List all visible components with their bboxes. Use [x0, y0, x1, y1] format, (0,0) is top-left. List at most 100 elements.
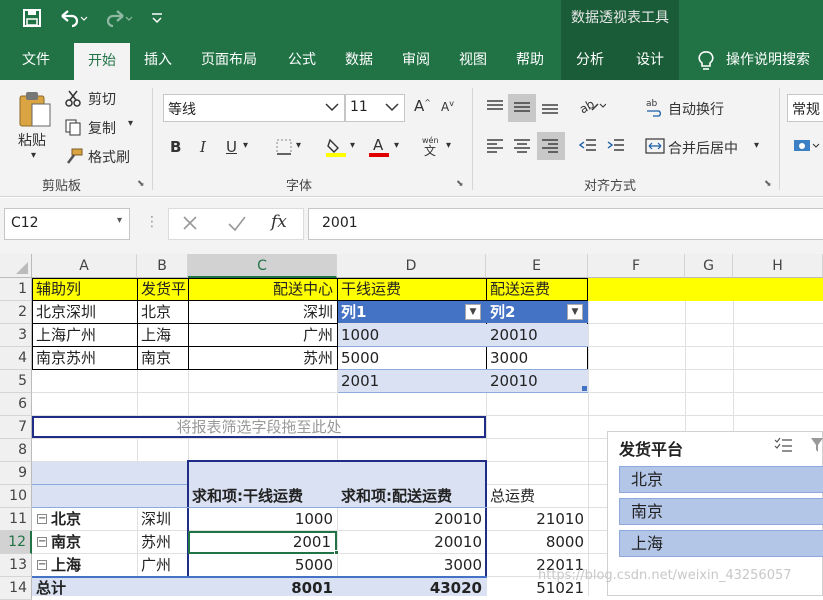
undo-icon[interactable] — [58, 8, 88, 35]
merge-center-button[interactable]: 合并后居中 — [668, 138, 738, 158]
collapse-icon[interactable]: − — [37, 560, 47, 570]
cell-e10[interactable]: 总运费 — [486, 485, 588, 508]
align-left-icon[interactable] — [485, 136, 505, 158]
cell-d4[interactable]: 5000 — [337, 347, 486, 370]
font-color-dropdown-icon[interactable]: ▾ — [394, 140, 399, 151]
increase-indent-icon[interactable] — [606, 136, 626, 158]
paste-dropdown-icon[interactable]: ▾ — [31, 150, 36, 161]
col-header-d[interactable]: D — [337, 254, 486, 278]
underline-button[interactable]: U — [226, 138, 237, 156]
pivot-total-c14[interactable]: 8001 — [188, 577, 337, 600]
cell-c4[interactable]: 苏州 — [188, 347, 337, 370]
align-middle-icon[interactable] — [512, 98, 532, 120]
pivot-grand-total-label[interactable]: 总计 — [32, 577, 137, 600]
col-header-g[interactable]: G — [685, 254, 733, 278]
row-header-13[interactable]: 13 — [0, 554, 32, 577]
clear-filter-icon[interactable] — [810, 436, 823, 458]
cell-d1[interactable]: 干线运费 — [337, 278, 486, 301]
row-header-10[interactable]: 10 — [0, 485, 32, 508]
redo-icon[interactable] — [103, 8, 133, 35]
tab-design[interactable]: 设计 — [625, 40, 675, 80]
row-header-1[interactable]: 1 — [0, 278, 32, 301]
insert-function-icon[interactable]: fx — [271, 212, 287, 232]
shrink-font-icon[interactable]: Av — [441, 99, 454, 114]
font-launcher-icon[interactable]: ⬊ — [456, 179, 464, 189]
row-header-12[interactable]: 12 — [0, 531, 32, 554]
font-size-combo[interactable]: 11 — [345, 94, 405, 122]
cell-e11[interactable]: 21010 — [486, 508, 588, 531]
col-header-c[interactable]: C — [188, 254, 337, 278]
row-header-9[interactable]: 9 — [0, 462, 32, 485]
cell-a3[interactable]: 上海广州 — [32, 324, 137, 347]
cell-e1[interactable]: 配送运费 — [486, 278, 588, 301]
row-header-11[interactable]: 11 — [0, 508, 32, 531]
merge-dropdown-icon[interactable]: ▾ — [754, 140, 759, 151]
formula-input[interactable]: 2001 — [308, 208, 823, 240]
row-header-7[interactable]: 7 — [0, 416, 32, 439]
wrap-text-icon[interactable]: ab — [645, 97, 665, 121]
phonetic-dropdown-icon[interactable]: ▾ — [446, 140, 451, 151]
cell-b1[interactable]: 发货平 — [137, 278, 188, 301]
bold-button[interactable]: B — [170, 138, 181, 156]
col-header-a[interactable]: A — [32, 254, 137, 278]
table-header-col1[interactable]: 列1 — [337, 301, 467, 324]
align-bottom-icon[interactable] — [540, 98, 560, 120]
tab-insert[interactable]: 插入 — [133, 40, 183, 80]
tab-analyze[interactable]: 分析 — [565, 40, 615, 80]
chevron-down-icon[interactable]: ▾ — [117, 215, 122, 226]
clipboard-launcher-icon[interactable]: ⬊ — [137, 179, 145, 189]
cell-b2[interactable]: 北京 — [137, 301, 188, 324]
col-header-e[interactable]: E — [486, 254, 588, 278]
row-header-4[interactable]: 4 — [0, 347, 32, 370]
col-header-h[interactable]: H — [733, 254, 823, 278]
borders-icon[interactable] — [275, 138, 293, 160]
merge-center-icon[interactable] — [645, 136, 665, 160]
collapse-icon[interactable]: − — [37, 514, 47, 524]
cell-e12[interactable]: 8000 — [486, 531, 588, 554]
cut-icon[interactable] — [64, 89, 82, 111]
wrap-text-button[interactable]: 自动换行 — [668, 99, 724, 119]
pivot-row-label-2[interactable]: 南京 — [49, 531, 137, 554]
table-header-col2[interactable]: 列2 — [486, 301, 566, 324]
row-header-6[interactable]: 6 — [0, 393, 32, 416]
row-header-3[interactable]: 3 — [0, 324, 32, 347]
copy-icon[interactable] — [64, 118, 82, 140]
cell-b3[interactable]: 上海 — [137, 324, 188, 347]
cell-c3[interactable]: 广州 — [188, 324, 337, 347]
cell-e4[interactable]: 3000 — [486, 347, 588, 370]
cell-c2[interactable]: 深圳 — [188, 301, 337, 324]
row-header-14[interactable]: 14 — [0, 577, 32, 600]
cell-a2[interactable]: 北京深圳 — [32, 301, 137, 324]
fill-color-icon[interactable] — [325, 136, 347, 162]
row-header-2[interactable]: 2 — [0, 301, 32, 324]
cell-b4[interactable]: 南京 — [137, 347, 188, 370]
slicer-item-beijing[interactable]: 北京 — [619, 466, 823, 493]
orientation-icon[interactable]: ab — [577, 96, 607, 120]
pivot-value-d11[interactable]: 20010 — [337, 508, 486, 531]
select-all[interactable] — [0, 254, 32, 278]
align-top-icon[interactable] — [485, 98, 505, 120]
customize-qat-icon[interactable] — [150, 8, 164, 35]
tab-help[interactable]: 帮助 — [505, 40, 555, 80]
pivot-col-header-1[interactable]: 求和项:干线运费 — [188, 485, 337, 508]
pivot-row-label-3[interactable]: 上海 — [49, 554, 137, 577]
fill-color-dropdown-icon[interactable]: ▾ — [350, 140, 355, 151]
pivot-value-c11[interactable]: 1000 — [188, 508, 337, 531]
row-header-8[interactable]: 8 — [0, 439, 32, 462]
col-header-b[interactable]: B — [137, 254, 188, 278]
tell-me-search[interactable]: 操作说明搜索 — [726, 40, 823, 80]
format-painter-button[interactable]: 格式刷 — [88, 147, 130, 167]
decrease-indent-icon[interactable] — [578, 136, 598, 158]
copy-button[interactable]: 复制 — [88, 118, 116, 138]
pivot-total-d14[interactable]: 43020 — [337, 577, 486, 600]
cell-e5[interactable]: 20010 — [486, 370, 588, 393]
paste-icon[interactable] — [18, 90, 52, 132]
cell-d3[interactable]: 1000 — [337, 324, 486, 347]
col-header-f[interactable]: F — [588, 254, 685, 278]
pivot-value-d12[interactable]: 20010 — [337, 531, 486, 554]
pivot-value-d13[interactable]: 3000 — [337, 554, 486, 577]
pivot-sub-label-2[interactable]: 苏州 — [137, 531, 188, 554]
cut-button[interactable]: 剪切 — [88, 89, 116, 109]
font-color-icon[interactable]: A — [368, 136, 390, 162]
chevron-down-icon[interactable] — [324, 98, 340, 120]
